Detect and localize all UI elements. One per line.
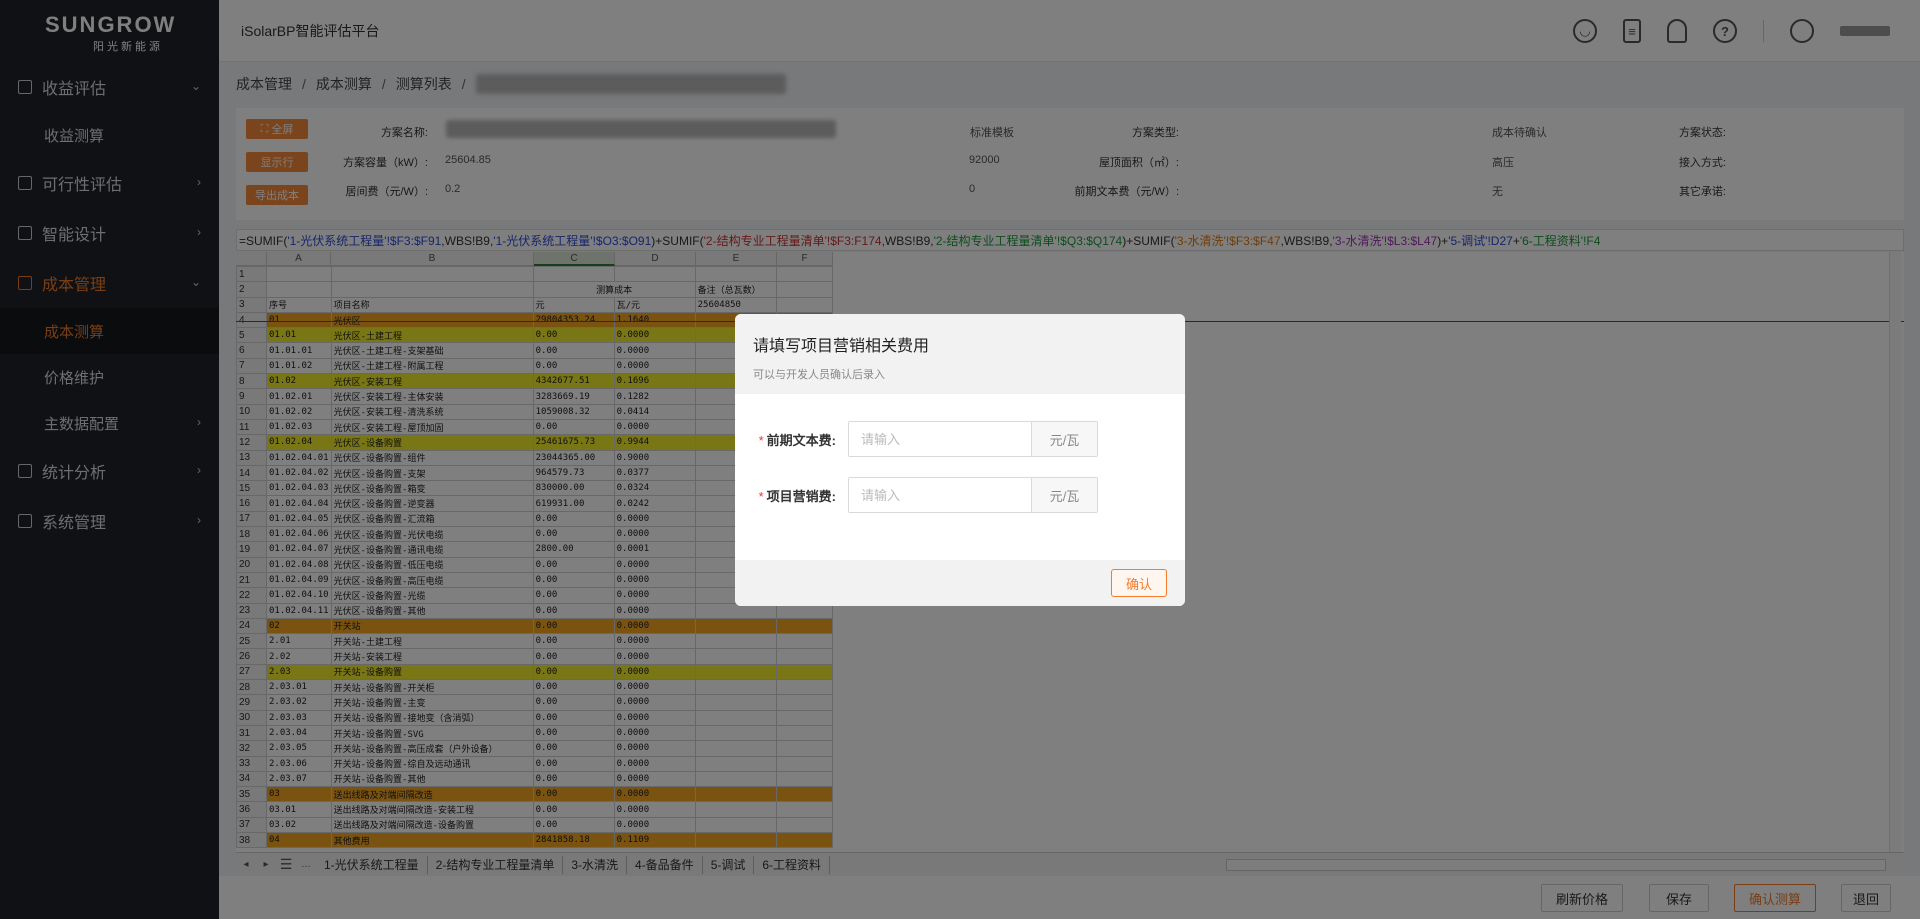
unit-label: 元/瓦 (1031, 422, 1097, 456)
unit-label: 元/瓦 (1031, 478, 1097, 512)
dialog-subtitle: 可以与开发人员确认后录入 (753, 369, 885, 381)
marketing-cost-row: *项目营销费: 元/瓦 (753, 477, 1098, 513)
early-cost-label: * 前期文本费: (758, 432, 836, 448)
early-cost-input-group: 元/瓦 (848, 421, 1098, 457)
marketing-cost-dialog: 请填写项目营销相关费用 可以与开发人员确认后录入 *前期文本费: 元/瓦 *项目… (735, 314, 1185, 606)
early-cost-row: *前期文本费: 元/瓦 (753, 421, 1098, 457)
required-mark: * (758, 432, 764, 448)
dialog-header: 请填写项目营销相关费用 可以与开发人员确认后录入 (735, 314, 1185, 394)
dialog-title: 请填写项目营销相关费用 (753, 338, 930, 355)
dialog-footer: 确认 (735, 560, 1185, 606)
marketing-cost-input[interactable] (849, 478, 1031, 512)
marketing-cost-input-group: 元/瓦 (848, 477, 1098, 513)
marketing-cost-label: * 项目营销费: (758, 488, 836, 504)
required-mark: * (758, 488, 764, 504)
confirm-button[interactable]: 确认 (1111, 569, 1167, 597)
early-cost-input[interactable] (849, 422, 1031, 456)
